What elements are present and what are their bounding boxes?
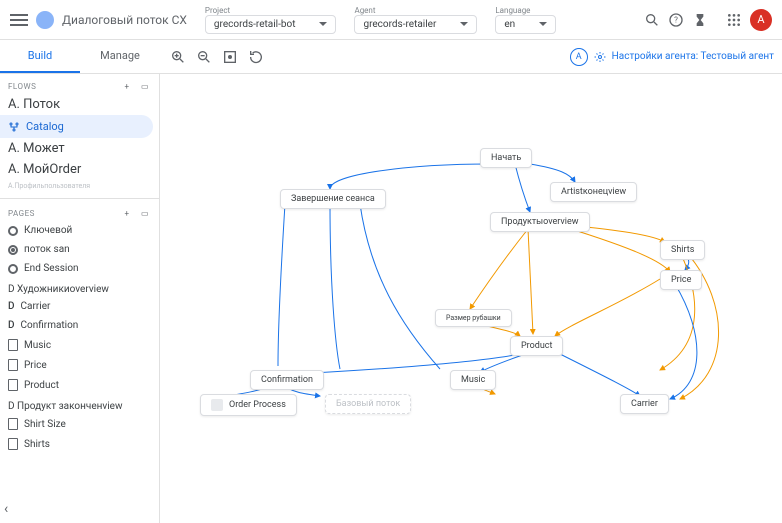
- agent-value: grecords-retailer: [363, 19, 436, 30]
- add-page-icon[interactable]: +: [121, 207, 133, 219]
- project-selector[interactable]: Project grecords-retail-bot: [205, 6, 337, 34]
- file-icon: [8, 418, 18, 430]
- language-selector[interactable]: Language en: [495, 6, 556, 34]
- page-list-icon[interactable]: ▭: [139, 207, 151, 219]
- add-flow-icon[interactable]: +: [121, 80, 133, 92]
- sidebar: FLOWS + ▭ А. Поток Catalog А. Может А. М…: [0, 74, 160, 523]
- agent-selector[interactable]: Agent grecords-retailer: [354, 6, 477, 34]
- node-confirmation[interactable]: Confirmation: [250, 370, 324, 390]
- node-base-flow[interactable]: Базовый поток: [325, 394, 411, 414]
- product-logo: [36, 11, 54, 29]
- page-item[interactable]: Music: [0, 335, 159, 355]
- page-item[interactable]: DCarrier: [0, 297, 159, 316]
- node-artist-overview[interactable]: Artistконецview: [550, 182, 637, 202]
- search-icon[interactable]: [644, 12, 660, 28]
- zoom-out-icon[interactable]: [196, 49, 212, 65]
- project-label: Project: [205, 6, 337, 15]
- flows-header: FLOWS: [8, 82, 36, 91]
- page-start[interactable]: поток san: [0, 240, 159, 259]
- file-icon: [8, 438, 18, 450]
- radio-icon: [8, 264, 18, 274]
- zoom-in-icon[interactable]: [170, 49, 186, 65]
- collapse-sidebar-icon[interactable]: ‹: [4, 501, 8, 517]
- group-label: D Продукт законченview: [0, 395, 159, 414]
- product-name: Диалоговый поток CX: [62, 13, 187, 27]
- node-music[interactable]: Music: [450, 370, 496, 390]
- project-value: grecords-retail-bot: [214, 19, 296, 30]
- flow-item[interactable]: А. МойOrder: [0, 159, 159, 180]
- subflow-icon: [211, 399, 223, 411]
- help-icon[interactable]: ?: [668, 12, 684, 28]
- chevron-down-icon: [460, 22, 468, 26]
- edges-layer: [160, 74, 782, 523]
- chevron-down-icon: [539, 22, 547, 26]
- agent-avatar-icon: А: [570, 48, 588, 66]
- agent-settings-link[interactable]: Настройки агента: Тестовый агент: [612, 51, 774, 62]
- letter-d-icon: D: [8, 301, 15, 312]
- node-carrier[interactable]: Carrier: [620, 394, 669, 414]
- user-avatar[interactable]: A: [750, 9, 772, 31]
- svg-text:?: ?: [674, 15, 678, 24]
- node-shirt-size[interactable]: Размер рубашки: [435, 309, 512, 327]
- fit-icon[interactable]: [222, 49, 238, 65]
- file-icon: [8, 379, 18, 391]
- file-icon: [8, 359, 18, 371]
- page-start[interactable]: End Session: [0, 259, 159, 278]
- apps-icon[interactable]: [726, 12, 742, 28]
- flow-branch-icon: [8, 121, 20, 133]
- flow-list-icon[interactable]: ▭: [139, 80, 151, 92]
- chevron-down-icon: [319, 22, 327, 26]
- language-value: en: [504, 19, 515, 30]
- flow-label: Catalog: [26, 120, 64, 133]
- node-end-session[interactable]: Завершение сеанса: [280, 189, 386, 209]
- page-item[interactable]: DConfirmation: [0, 316, 159, 335]
- page-start[interactable]: Ключевой: [0, 221, 159, 240]
- node-product-overview[interactable]: Продуктыoverview: [490, 212, 590, 232]
- language-label: Language: [495, 6, 556, 15]
- group-label: D Художникиoverview: [0, 278, 159, 297]
- node-price[interactable]: Price: [660, 270, 702, 290]
- reset-icon[interactable]: [248, 49, 264, 65]
- hourglass-icon[interactable]: [692, 12, 708, 28]
- radio-icon: [8, 226, 18, 236]
- page-item[interactable]: Price: [0, 355, 159, 375]
- node-start[interactable]: Начать: [480, 148, 532, 168]
- page-item[interactable]: Product: [0, 375, 159, 395]
- flow-item[interactable]: А. Поток: [0, 94, 159, 115]
- flow-item-active[interactable]: Catalog: [0, 115, 153, 138]
- flow-footer: А.Профильпользователя: [0, 180, 159, 196]
- graph-canvas[interactable]: Начать Завершение сеанса Artistконецview…: [160, 74, 782, 523]
- tab-manage[interactable]: Manage: [80, 40, 160, 73]
- letter-d-icon: D: [8, 320, 15, 331]
- node-shirts[interactable]: Shirts: [660, 240, 705, 260]
- menu-icon[interactable]: [10, 14, 28, 26]
- pages-header: PAGES: [8, 209, 35, 218]
- tab-build[interactable]: Build: [0, 40, 80, 73]
- page-item[interactable]: Shirt Size: [0, 414, 159, 434]
- file-icon: [8, 339, 18, 351]
- node-order-process[interactable]: Order Process: [200, 394, 297, 416]
- page-item[interactable]: Shirts: [0, 434, 159, 454]
- flow-item[interactable]: А. Может: [0, 138, 159, 159]
- node-product[interactable]: Product: [510, 336, 563, 356]
- settings-gear-icon[interactable]: [594, 51, 606, 63]
- agent-label: Agent: [354, 6, 477, 15]
- radio-icon: [8, 245, 18, 255]
